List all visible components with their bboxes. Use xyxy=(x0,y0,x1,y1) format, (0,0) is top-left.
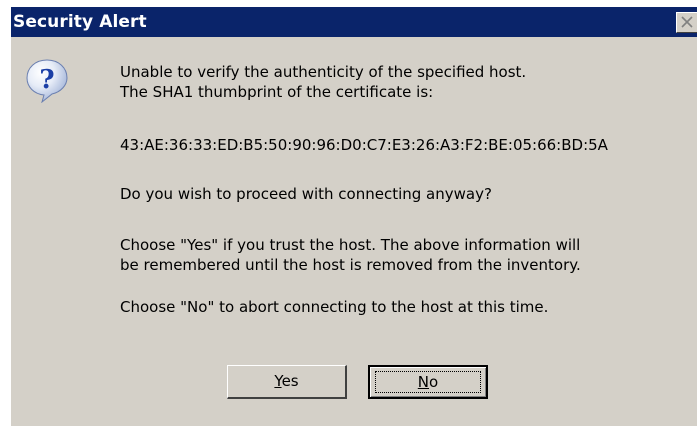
close-button[interactable] xyxy=(676,12,697,33)
yes-info-line-2: be remembered until the host is removed … xyxy=(120,256,581,274)
thumbprint-text: 43:AE:36:33:ED:B5:50:90:96:D0:C7:E3:26:A… xyxy=(120,136,608,154)
question-text: Do you wish to proceed with connecting a… xyxy=(120,185,492,203)
yes-info-line-1: Choose "Yes" if you trust the host. The … xyxy=(120,236,581,254)
close-icon xyxy=(681,16,693,28)
no-label-rest: o xyxy=(429,373,439,391)
yes-label-rest: es xyxy=(281,372,299,390)
no-button-label: No xyxy=(418,373,438,391)
yes-accelerator: Y xyxy=(274,372,282,390)
yes-button-label: Yes xyxy=(274,372,298,390)
question-icon: ? xyxy=(26,59,68,103)
yes-button[interactable]: Yes xyxy=(227,365,347,399)
security-alert-dialog: Security Alert ? Unable to verify the au… xyxy=(10,6,697,426)
message-line-1: Unable to verify the authenticity of the… xyxy=(120,63,527,81)
title-bar[interactable]: Security Alert xyxy=(11,7,697,37)
no-accelerator: N xyxy=(417,373,430,391)
window-title: Security Alert xyxy=(13,12,147,32)
no-info-text: Choose "No" to abort connecting to the h… xyxy=(120,298,549,316)
svg-text:?: ? xyxy=(39,65,54,95)
no-button[interactable]: No xyxy=(368,365,488,399)
message-line-2: The SHA1 thumbprint of the certificate i… xyxy=(120,83,434,101)
